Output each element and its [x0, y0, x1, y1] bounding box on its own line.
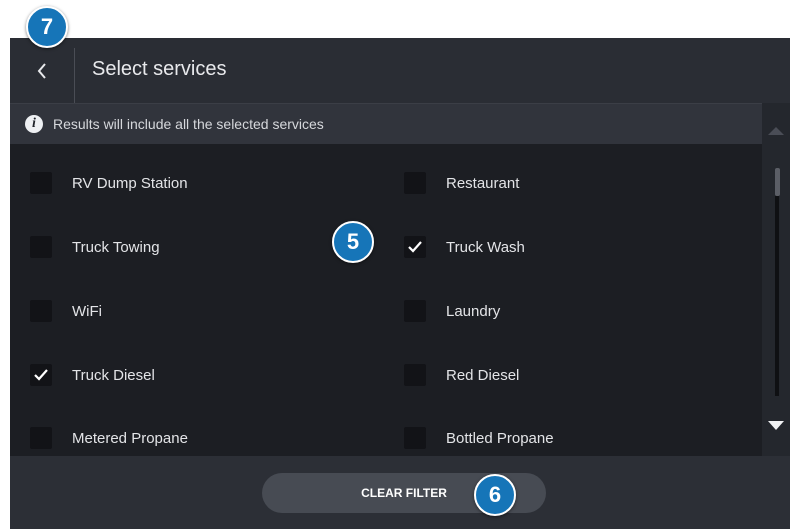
service-label: Restaurant	[446, 174, 520, 192]
services-screen: Select services i Results will include a…	[10, 38, 790, 529]
back-button[interactable]	[10, 38, 74, 103]
checkbox[interactable]	[404, 172, 426, 194]
service-item-truck-towing[interactable]: Truck Towing	[30, 231, 160, 263]
info-text: Results will include all the selected se…	[53, 116, 324, 132]
service-item-bottled-propane[interactable]: Bottled Propane	[404, 422, 554, 454]
service-item-red-diesel[interactable]: Red Diesel	[404, 359, 519, 391]
checkbox[interactable]	[30, 236, 52, 258]
checkbox[interactable]	[30, 364, 52, 386]
checkbox[interactable]	[30, 427, 52, 449]
scroll-track[interactable]	[775, 196, 779, 396]
service-item-truck-diesel[interactable]: Truck Diesel	[30, 359, 155, 391]
info-banner: i Results will include all the selected …	[10, 103, 762, 144]
checkbox[interactable]	[404, 236, 426, 258]
header-bar: Select services	[10, 38, 790, 103]
page-title: Select services	[92, 58, 227, 80]
scroll-down-icon[interactable]	[768, 421, 784, 430]
checkbox[interactable]	[30, 300, 52, 322]
scroll-up-icon[interactable]	[768, 127, 784, 135]
service-label: Truck Towing	[72, 238, 160, 256]
service-label: Laundry	[446, 302, 501, 320]
scrollbar[interactable]	[762, 103, 790, 456]
chevron-left-icon	[37, 62, 46, 79]
service-item-restaurant[interactable]: Restaurant	[404, 167, 519, 199]
service-item-metered-propane[interactable]: Metered Propane	[30, 422, 188, 454]
service-item-rv-dump-station[interactable]: RV Dump Station	[30, 167, 188, 199]
service-label: Red Diesel	[446, 366, 520, 384]
info-icon: i	[25, 115, 43, 133]
callout-badge-back: 7	[26, 6, 68, 48]
checkbox[interactable]	[404, 300, 426, 322]
checkbox[interactable]	[404, 364, 426, 386]
service-item-wifi[interactable]: WiFi	[30, 295, 102, 327]
callout-badge-list: 5	[332, 221, 374, 263]
callout-badge-clear: 6	[474, 474, 516, 516]
checkmark-icon	[408, 241, 422, 253]
service-label: Truck Diesel	[72, 366, 155, 384]
service-label: Bottled Propane	[446, 429, 554, 447]
checkbox[interactable]	[30, 172, 52, 194]
checkbox[interactable]	[404, 427, 426, 449]
scroll-thumb[interactable]	[775, 168, 780, 196]
header-divider	[74, 48, 75, 103]
service-label: RV Dump Station	[72, 174, 188, 192]
service-label: Metered Propane	[72, 429, 188, 447]
footer-bar: CLEAR FILTER	[10, 456, 790, 529]
service-label: Truck Wash	[446, 238, 525, 256]
service-item-truck-wash[interactable]: Truck Wash	[404, 231, 525, 263]
service-label: WiFi	[72, 302, 102, 320]
checkmark-icon	[34, 369, 48, 381]
service-item-laundry[interactable]: Laundry	[404, 295, 500, 327]
